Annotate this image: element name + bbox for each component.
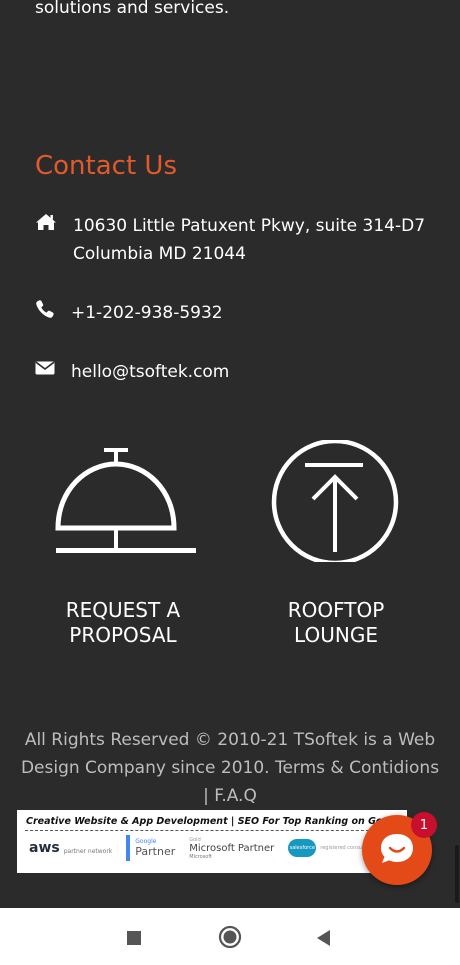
contact-email[interactable]: hello@tsoftek.com [35,358,229,386]
scrollbar[interactable] [455,845,459,903]
back-triangle-icon [317,930,330,946]
address-text: 10630 Little Patuxent Pkwy, suite 314-D7… [73,216,426,264]
google-main: Partner [135,845,176,858]
request-proposal-link[interactable]: REQUEST A PROPOSAL [23,440,223,648]
ms-main: Microsoft Partner [189,842,275,854]
request-proposal-line-1: REQUEST A [65,598,181,622]
google-top: Google [135,838,157,845]
recents-button[interactable] [126,930,142,946]
intro-tail-text: solutions and services. [35,0,230,18]
ms-bottom: Microsoft [189,853,213,860]
chat-bubble-icon [381,834,413,863]
google-partner-logo: Google Partner [126,835,175,861]
aws-partner-logo: aws partner network [29,841,112,855]
aws-word: aws [29,840,60,856]
home-circle-icon [218,925,242,949]
aws-sub: partner network [63,848,113,855]
home-icon [35,212,59,232]
android-navigation-bar [0,908,460,965]
rooftop-line-2: LOUNGE [294,623,378,647]
email-text[interactable]: hello@tsoftek.com [71,358,229,386]
rooftop-line-1: ROOFTOP [287,598,385,622]
recents-square-icon [127,931,141,945]
contact-address: 10630 Little Patuxent Pkwy, suite 314-D7… [35,212,433,268]
request-proposal-line-2: PROPOSAL [69,623,177,647]
service-bell-icon [55,448,196,553]
arrow-up-circle-icon [271,440,399,562]
back-button[interactable] [314,928,332,948]
request-proposal-label[interactable]: REQUEST A PROPOSAL [23,598,223,648]
rooftop-lounge-link[interactable]: ROOFTOP LOUNGE [236,440,436,648]
home-button[interactable] [218,925,242,949]
microsoft-partner-logo: Gold Microsoft Partner Microsoft [189,837,274,860]
partner-logos: aws partner network Google Partner Gold … [17,831,407,861]
partner-banner[interactable]: Creative Website & App Development | SEO… [17,810,407,873]
google-bar [126,835,131,861]
envelope-icon [35,358,59,378]
partner-banner-headline: Creative Website & App Development | SEO… [26,816,406,827]
contact-heading: Contact Us [35,151,177,181]
salesforce-cloud: salesforce [288,839,317,857]
chat-unread-badge: 1 [411,812,437,838]
contact-phone[interactable]: +1-202-938-5932 [35,299,223,327]
rooftop-lounge-label[interactable]: ROOFTOP LOUNGE [236,598,436,648]
footer-copyright: All Rights Reserved © 2010-21 TSoftek is… [20,730,440,806]
phone-icon [35,299,59,319]
phone-text[interactable]: +1-202-938-5932 [71,299,223,327]
